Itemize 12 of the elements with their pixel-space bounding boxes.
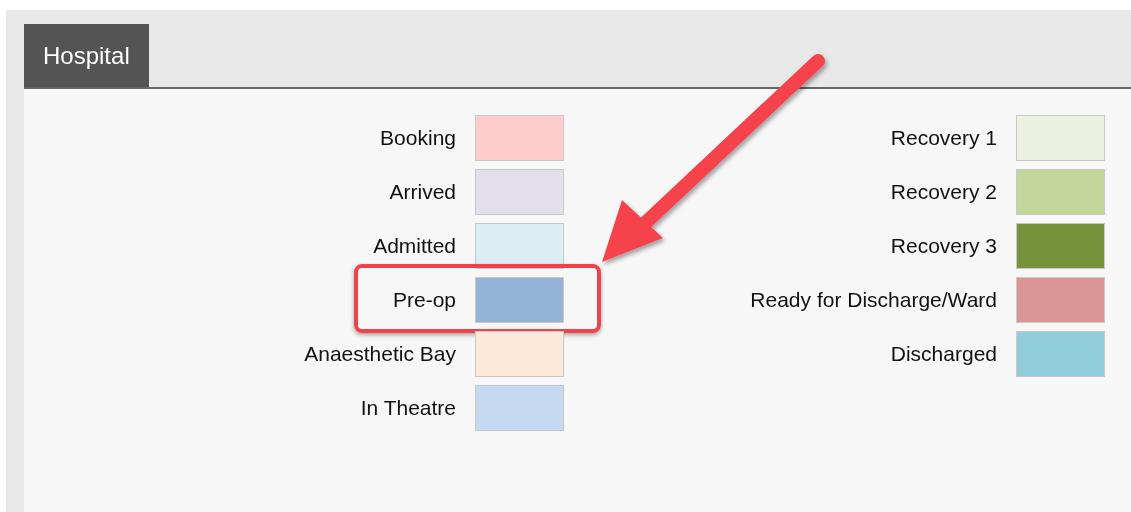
status-label: Booking [380, 125, 456, 152]
status-label: Pre-op [392, 287, 456, 314]
status-label: In Theatre [360, 395, 456, 422]
status-label: Recovery 1 [890, 125, 997, 152]
status-label: Ready for Discharge/Ward [750, 287, 997, 314]
status-label: Recovery 3 [890, 233, 997, 260]
status-label: Recovery 2 [890, 179, 997, 206]
status-label: Anaesthetic Bay [304, 341, 456, 368]
status-label: Discharged [890, 341, 997, 368]
tab[interactable]: Hospital [24, 24, 149, 87]
status-label: Admitted [373, 233, 456, 260]
status-label: Arrived [389, 179, 456, 206]
